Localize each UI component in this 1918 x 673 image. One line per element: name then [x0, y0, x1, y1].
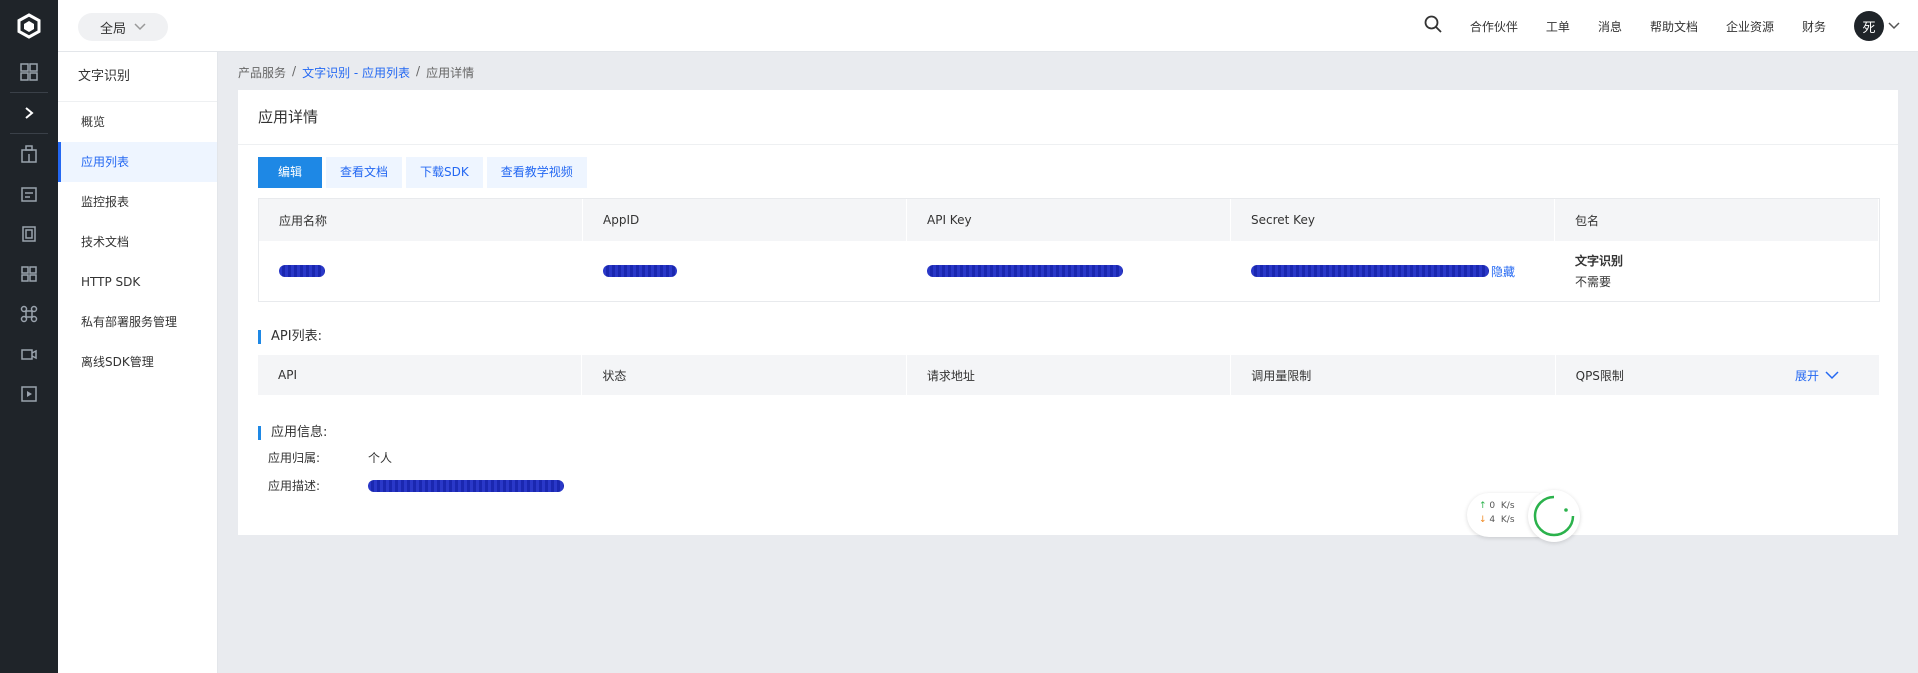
package-name-value: 文字识别: [1575, 254, 1624, 268]
package-name-cell: 文字识别 不需要: [1555, 241, 1879, 301]
column-header-appid: AppID: [583, 199, 907, 241]
nav-messages[interactable]: 消息: [1598, 18, 1622, 35]
appid-cell: [583, 241, 907, 301]
calendar-icon[interactable]: [0, 174, 58, 214]
app-owner-value: 个人: [368, 451, 393, 465]
side-menu-title: 文字识别: [58, 52, 217, 102]
sidebar-item-monitoring[interactable]: 监控报表: [58, 182, 217, 222]
view-docs-button[interactable]: 查看文档: [326, 157, 403, 188]
dashboard-icon[interactable]: [0, 52, 58, 92]
logo-icon[interactable]: [0, 0, 58, 52]
database-icon[interactable]: [0, 214, 58, 254]
breadcrumb-separator: /: [416, 64, 421, 78]
sidebar-item-tech-docs[interactable]: 技术文档: [58, 222, 217, 262]
video-camera-icon[interactable]: [0, 334, 58, 374]
api-list-section-title: API列表:: [258, 330, 322, 344]
breadcrumb-separator: /: [292, 64, 297, 78]
main-content: 产品服务 / 文字识别 - 应用列表 / 应用详情 应用详情 编辑 查看文档 下…: [218, 52, 1918, 673]
download-speed-value: 4: [1489, 515, 1496, 525]
network-icon[interactable]: [0, 294, 58, 334]
nav-partners[interactable]: 合作伙伴: [1470, 18, 1518, 35]
app-info-table: 应用名称 AppID API Key Secret Key 包名 隐藏 文字识别…: [258, 198, 1880, 302]
nav-finance[interactable]: 财务: [1802, 18, 1826, 35]
scope-selector[interactable]: 全局: [78, 13, 168, 41]
secret-key-cell: 隐藏: [1231, 241, 1555, 301]
breadcrumb-current: 应用详情: [426, 66, 475, 80]
column-header-app-name: 应用名称: [259, 199, 583, 241]
side-menu: 文字识别 概览 应用列表 监控报表 技术文档 HTTP SDK 私有部署服务管理…: [58, 52, 218, 673]
chevron-down-icon: [134, 23, 146, 31]
avatar[interactable]: 死: [1854, 11, 1884, 41]
breadcrumb: 产品服务 / 文字识别 - 应用列表 / 应用详情: [238, 64, 474, 81]
column-header-call-limit: 调用量限制: [1231, 355, 1556, 395]
upload-speed-value: 0: [1489, 501, 1496, 511]
column-header-status: 状态: [582, 355, 907, 395]
chevron-down-icon: [1825, 370, 1839, 379]
redacted-app-name: [279, 265, 325, 277]
api-list-table-header: API 状态 请求地址 调用量限制 QPS限制 展开: [258, 355, 1881, 395]
action-buttons: 编辑 查看文档 下载SDK 查看教学视频: [258, 157, 587, 188]
play-icon[interactable]: [0, 374, 58, 414]
nav-enterprise-resources[interactable]: 企业资源: [1726, 18, 1774, 35]
sidebar-item-offline-sdk[interactable]: 离线SDK管理: [58, 342, 217, 382]
table-row: 隐藏 文字识别 不需要: [259, 241, 1879, 301]
app-description-label: 应用描述:: [268, 479, 321, 493]
app-owner-row: 应用归属: 个人: [268, 449, 392, 466]
app-description-row: 应用描述:: [268, 477, 564, 494]
download-arrow-icon: ↓: [1479, 515, 1487, 525]
redacted-app-description: [368, 479, 564, 492]
tutorial-video-button[interactable]: 查看教学视频: [486, 157, 587, 188]
speed-unit: K/s: [1500, 515, 1515, 525]
app-detail-card: 应用详情 编辑 查看文档 下载SDK 查看教学视频 应用名称 AppID API…: [238, 90, 1898, 535]
hide-secret-key-link[interactable]: 隐藏: [1491, 263, 1515, 280]
nav-ticket[interactable]: 工单: [1546, 18, 1570, 35]
icon-rail: [0, 0, 58, 673]
breadcrumb-root[interactable]: 产品服务: [238, 64, 286, 81]
package-name-note: 不需要: [1575, 275, 1612, 289]
column-header-secret-key: Secret Key: [1231, 199, 1555, 241]
expand-chevron-icon[interactable]: [0, 93, 58, 133]
app-name-cell: [259, 241, 583, 301]
nav-help-docs[interactable]: 帮助文档: [1650, 18, 1698, 35]
edit-button[interactable]: 编辑: [258, 157, 323, 188]
performance-gauge-icon[interactable]: [1528, 490, 1580, 542]
sidebar-item-private-deploy[interactable]: 私有部署服务管理: [58, 302, 217, 342]
table-header-row: 应用名称 AppID API Key Secret Key 包名: [259, 199, 1879, 241]
upload-arrow-icon: ↑: [1479, 501, 1487, 511]
top-bar: 全局 合作伙伴 工单 消息 帮助文档 企业资源 财务 死: [58, 0, 1918, 52]
column-header-qps-limit: QPS限制 展开: [1556, 355, 1881, 395]
redacted-secret-key: [1251, 265, 1489, 277]
qps-limit-label: QPS限制: [1575, 368, 1624, 383]
sidebar-item-overview[interactable]: 概览: [58, 102, 217, 142]
scope-label: 全局: [99, 21, 126, 37]
column-header-api: API: [258, 355, 583, 395]
redacted-api-key: [927, 265, 1123, 277]
page-title: 应用详情: [238, 90, 1898, 145]
search-icon[interactable]: [1424, 15, 1442, 37]
api-key-cell: [907, 241, 1231, 301]
speed-unit: K/s: [1500, 501, 1515, 511]
apps-icon[interactable]: [0, 254, 58, 294]
expand-button[interactable]: 展开: [1795, 367, 1839, 384]
download-sdk-button[interactable]: 下载SDK: [406, 157, 483, 188]
breadcrumb-app-list-link[interactable]: 文字识别 - 应用列表: [302, 64, 410, 81]
app-owner-label: 应用归属:: [268, 451, 321, 465]
chevron-down-icon[interactable]: [1888, 22, 1900, 30]
column-header-api-key: API Key: [907, 199, 1231, 241]
expand-label: 展开: [1795, 368, 1820, 383]
building-icon[interactable]: [0, 134, 58, 174]
redacted-appid: [603, 265, 677, 277]
top-nav: 合作伙伴 工单 消息 帮助文档 企业资源 财务 死: [1424, 0, 1900, 52]
column-header-request-url: 请求地址: [907, 355, 1232, 395]
column-header-package-name: 包名: [1555, 199, 1879, 241]
sidebar-item-app-list[interactable]: 应用列表: [58, 142, 217, 182]
sidebar-item-http-sdk[interactable]: HTTP SDK: [58, 262, 217, 302]
app-info-section-title: 应用信息:: [258, 426, 327, 440]
